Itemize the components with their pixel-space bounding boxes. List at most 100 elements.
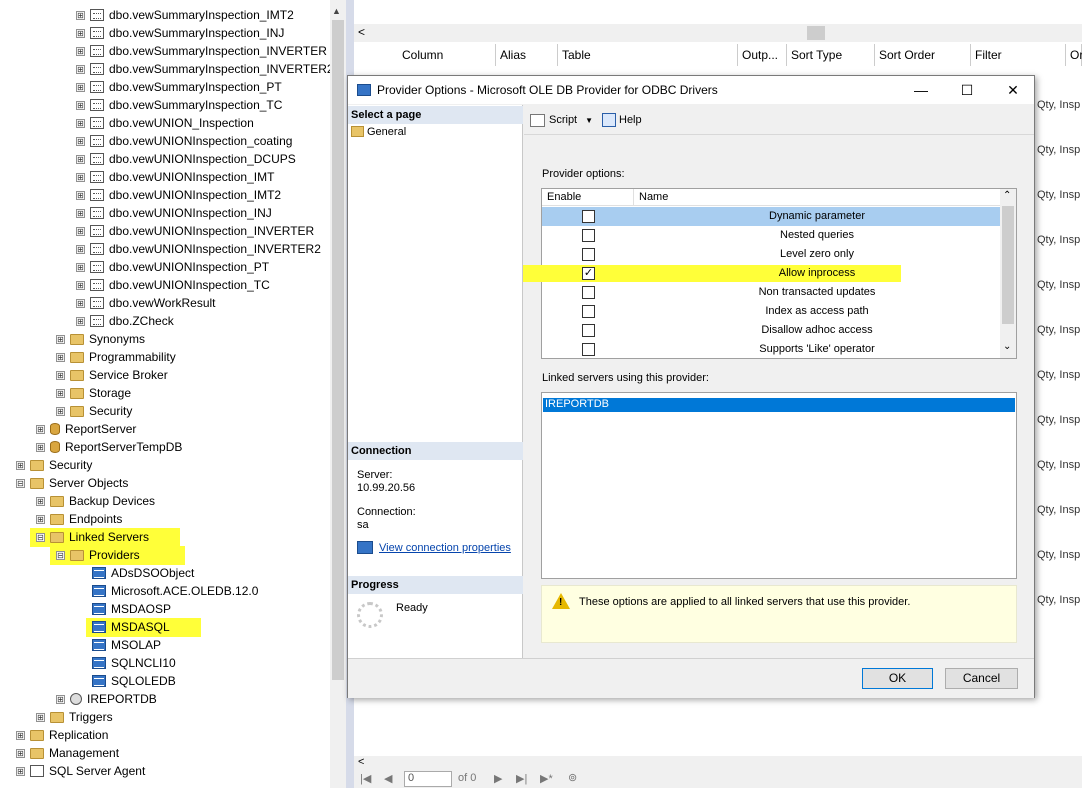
tree-folder-item[interactable]: ⊞ Security bbox=[56, 402, 132, 420]
hscrollbar-bottom[interactable]: < bbox=[354, 756, 1082, 770]
expand-icon[interactable]: ⊞ bbox=[56, 370, 65, 380]
expand-icon[interactable]: ⊞ bbox=[36, 442, 45, 452]
expand-icon[interactable]: ⊞ bbox=[76, 226, 85, 236]
help-button[interactable]: Help bbox=[602, 112, 642, 128]
expand-icon[interactable]: ⊞ bbox=[16, 460, 25, 470]
option-row[interactable]: Nested queries bbox=[542, 226, 1000, 245]
expand-icon[interactable]: ⊞ bbox=[76, 190, 85, 200]
grid-column-header[interactable]: Alias bbox=[496, 44, 558, 66]
grid-column-header[interactable]: Column bbox=[398, 44, 496, 66]
grid-column-header[interactable]: Outp... bbox=[738, 44, 787, 66]
collapse-icon[interactable]: ⊟ bbox=[16, 478, 25, 488]
tree-view-item[interactable]: ⊞ dbo.vewSummaryInspection_TC bbox=[76, 96, 282, 114]
grid-cell[interactable]: Qty, Insp bbox=[1037, 324, 1080, 336]
expand-icon[interactable]: ⊞ bbox=[56, 406, 65, 416]
expand-icon[interactable]: ⊞ bbox=[76, 280, 85, 290]
next-record-icon[interactable]: ▶ bbox=[494, 772, 502, 785]
script-button[interactable]: Script ▼ bbox=[530, 112, 593, 128]
tree-view-item[interactable]: ⊞ dbo.vewUNIONInspection_INVERTER2 bbox=[76, 240, 321, 258]
last-record-icon[interactable]: ▶| bbox=[516, 772, 527, 785]
tree-provider-item[interactable]: Microsoft.ACE.OLEDB.12.0 bbox=[92, 582, 258, 600]
ok-button[interactable]: OK bbox=[862, 668, 933, 689]
tree-view-item[interactable]: ⊞ dbo.vewSummaryInspection_IMT2 bbox=[76, 6, 294, 24]
collapse-icon[interactable]: ⊟ bbox=[36, 532, 45, 542]
expand-icon[interactable]: ⊞ bbox=[76, 244, 85, 254]
tree-view-item[interactable]: ⊞ dbo.vewUNIONInspection_IMT bbox=[76, 168, 274, 186]
option-row[interactable]: Level zero only bbox=[542, 245, 1000, 264]
tree-folder-item[interactable]: ⊞ Storage bbox=[56, 384, 131, 402]
grid-cell[interactable]: Qty, Insp bbox=[1037, 504, 1080, 516]
grid-cell[interactable]: Qty, Insp bbox=[1037, 459, 1080, 471]
expand-icon[interactable]: ⊞ bbox=[16, 748, 25, 758]
option-row[interactable]: Non transacted updates bbox=[542, 283, 1000, 302]
stop-icon[interactable]: ⊚ bbox=[568, 771, 577, 784]
scroll-thumb[interactable] bbox=[1002, 206, 1014, 324]
tree-view-item[interactable]: ⊞ dbo.vewWorkResult bbox=[76, 294, 216, 312]
option-row[interactable]: Dynamic parameter bbox=[542, 207, 1000, 226]
tree-scrollbar[interactable]: ▲ bbox=[330, 0, 346, 788]
enable-checkbox[interactable] bbox=[582, 286, 595, 299]
grid-column-header[interactable]: Sort Type bbox=[787, 44, 875, 66]
tree-folder-item[interactable]: ⊞ Synonyms bbox=[56, 330, 145, 348]
expand-icon[interactable]: ⊞ bbox=[56, 694, 65, 704]
scroll-up-icon[interactable]: ⌃ bbox=[1003, 190, 1011, 201]
tree-replication[interactable]: ⊞ Replication bbox=[16, 726, 108, 744]
view-connection-link[interactable]: View connection properties bbox=[357, 541, 511, 554]
expand-icon[interactable]: ⊞ bbox=[76, 262, 85, 272]
tree-providers[interactable]: ⊟ Providers bbox=[56, 546, 140, 564]
expand-icon[interactable]: ⊞ bbox=[76, 172, 85, 182]
tree-database-item[interactable]: ⊞ ReportServer bbox=[36, 420, 136, 438]
tree-view-item[interactable]: ⊞ dbo.vewUNIONInspection_coating bbox=[76, 132, 292, 150]
option-row[interactable]: Disallow adhoc access bbox=[542, 321, 1000, 340]
hscrollbar-top[interactable]: < bbox=[354, 24, 1082, 42]
expand-icon[interactable]: ⊞ bbox=[36, 514, 45, 524]
tree-view-item[interactable]: ⊞ dbo.vewUNIONInspection_INVERTER bbox=[76, 222, 314, 240]
prev-record-icon[interactable]: ◀ bbox=[384, 772, 392, 785]
tree-view-item[interactable]: ⊞ dbo.vewSummaryInspection_INVERTER2 bbox=[76, 60, 334, 78]
scroll-thumb[interactable] bbox=[332, 20, 344, 680]
minimize-button[interactable]: — bbox=[898, 76, 944, 104]
linked-server-item[interactable]: IREPORTDB bbox=[543, 398, 1015, 412]
tree-view-item[interactable]: ⊞ dbo.vewUNIONInspection_INJ bbox=[76, 204, 272, 222]
options-scrollbar[interactable]: ⌃ ⌄ bbox=[1000, 189, 1016, 358]
grid-cell[interactable]: Qty, Insp bbox=[1037, 414, 1080, 426]
option-row[interactable]: Index as access path bbox=[542, 302, 1000, 321]
expand-icon[interactable]: ⊞ bbox=[76, 64, 85, 74]
tree-sql-agent[interactable]: ⊞ SQL Server Agent bbox=[16, 762, 145, 780]
tree-linked-servers[interactable]: ⊟ Linked Servers bbox=[36, 528, 149, 546]
enable-checkbox[interactable] bbox=[582, 229, 595, 242]
grid-cell[interactable]: Qty, Insp bbox=[1037, 99, 1080, 111]
tree-view-item[interactable]: ⊞ dbo.vewSummaryInspection_INJ bbox=[76, 24, 284, 42]
tree-provider-item[interactable]: MSDAOSP bbox=[92, 600, 171, 618]
tree-server-objects[interactable]: ⊟ Server Objects bbox=[16, 474, 128, 492]
col-enable-header[interactable]: Enable bbox=[547, 191, 581, 203]
enable-checkbox[interactable] bbox=[582, 210, 595, 223]
expand-icon[interactable]: ⊞ bbox=[76, 208, 85, 218]
tree-database-item[interactable]: ⊞ ReportServerTempDB bbox=[36, 438, 182, 456]
tree-management[interactable]: ⊞ Management bbox=[16, 744, 119, 762]
tree-endpoints[interactable]: ⊞ Endpoints bbox=[36, 510, 122, 528]
expand-icon[interactable]: ⊞ bbox=[36, 424, 45, 434]
grid-cell[interactable]: Qty, Insp bbox=[1037, 369, 1080, 381]
tree-backup-devices[interactable]: ⊞ Backup Devices bbox=[36, 492, 155, 510]
tree-provider-item[interactable]: MSDASQL bbox=[92, 618, 170, 636]
grid-column-header[interactable]: Or bbox=[1066, 44, 1082, 66]
scroll-up-icon[interactable]: ▲ bbox=[332, 6, 341, 16]
page-general[interactable]: General bbox=[351, 124, 406, 139]
tree-provider-item[interactable]: SQLNCLI10 bbox=[92, 654, 176, 672]
expand-icon[interactable]: ⊞ bbox=[76, 82, 85, 92]
scroll-thumb[interactable] bbox=[807, 26, 825, 40]
expand-icon[interactable]: ⊞ bbox=[76, 298, 85, 308]
tree-folder-item[interactable]: ⊞ Service Broker bbox=[56, 366, 168, 384]
scroll-left-icon[interactable]: < bbox=[358, 756, 364, 768]
tree-provider-item[interactable]: ADsDSOObject bbox=[92, 564, 194, 582]
maximize-button[interactable]: ☐ bbox=[944, 76, 990, 104]
expand-icon[interactable]: ⊞ bbox=[76, 136, 85, 146]
expand-icon[interactable]: ⊞ bbox=[16, 730, 25, 740]
grid-column-header[interactable]: Sort Order bbox=[875, 44, 971, 66]
cancel-button[interactable]: Cancel bbox=[945, 668, 1018, 689]
tree-view-item[interactable]: ⊞ dbo.vewSummaryInspection_INVERTER bbox=[76, 42, 327, 60]
expand-icon[interactable]: ⊞ bbox=[16, 766, 25, 776]
grid-cell[interactable]: Qty, Insp bbox=[1037, 279, 1080, 291]
tree-folder-item[interactable]: ⊞ Programmability bbox=[56, 348, 176, 366]
